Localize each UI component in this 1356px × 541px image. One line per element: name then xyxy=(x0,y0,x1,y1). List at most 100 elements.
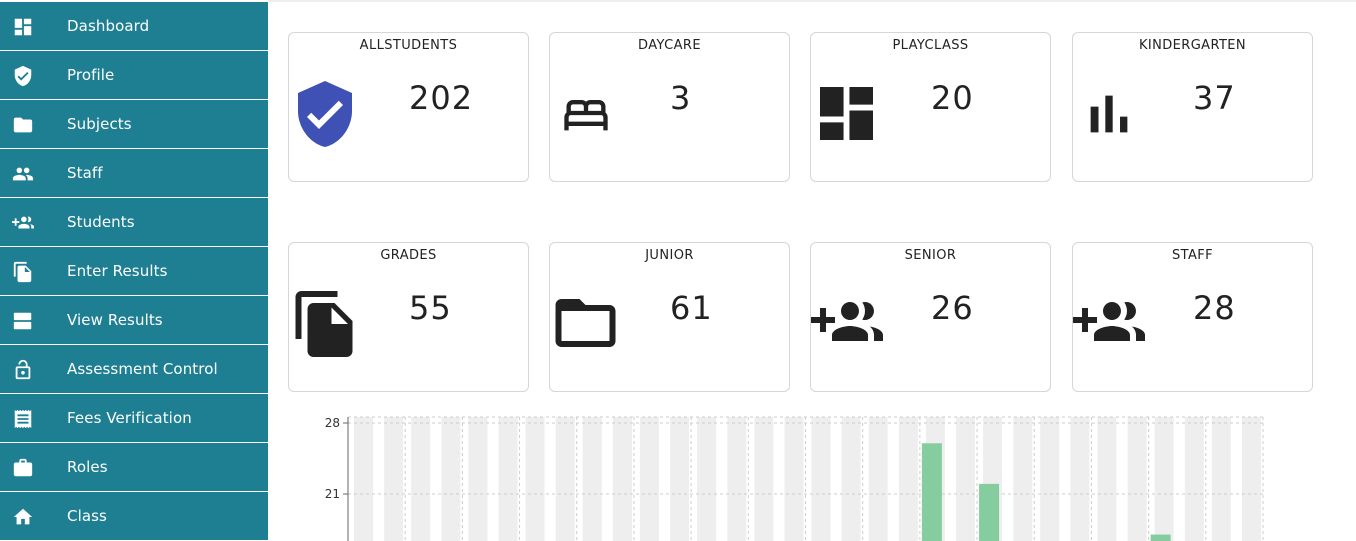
sidebar-item-label: View Results xyxy=(67,311,163,329)
card-title: GRADES xyxy=(380,248,437,263)
bar-background xyxy=(1127,417,1147,541)
bar-background xyxy=(498,417,518,541)
bar-background xyxy=(639,417,659,541)
view-agenda-icon xyxy=(12,310,34,332)
card-value: 202 xyxy=(409,79,474,117)
card-title: JUNIOR xyxy=(645,248,694,263)
sidebar-item-view-results[interactable]: View Results xyxy=(0,296,268,344)
sidebar-item-label: Profile xyxy=(67,66,115,84)
bar-chart-icon xyxy=(1087,93,1131,135)
bar-background xyxy=(868,417,888,541)
card-senior[interactable]: SENIOR 26 xyxy=(810,242,1051,392)
card-value: 20 xyxy=(931,79,974,117)
card-title: PLAYCLASS xyxy=(892,38,969,53)
sidebar-item-dashboard[interactable]: Dashboard xyxy=(0,2,268,50)
bar-chart-svg: 28 21 xyxy=(325,416,1264,541)
sidebar-item-subjects[interactable]: Subjects xyxy=(0,100,268,148)
lock-open-icon xyxy=(12,359,34,381)
group-add-icon xyxy=(12,212,34,234)
card-title: DAYCARE xyxy=(638,38,701,53)
card-playclass[interactable]: PLAYCLASS 20 xyxy=(810,32,1051,182)
app-root: Dashboard Profile Subjects Staff Student… xyxy=(0,0,1356,541)
card-kindergarten[interactable]: KINDERGARTEN 37 xyxy=(1072,32,1313,182)
sidebar-item-label: Enter Results xyxy=(67,262,168,280)
sidebar-item-fees-verification[interactable]: Fees Verification xyxy=(0,394,268,442)
card-value: 28 xyxy=(1193,289,1236,327)
card-junior[interactable]: JUNIOR 61 xyxy=(549,242,790,392)
sidebar-item-label: Subjects xyxy=(67,115,132,133)
card-daycare[interactable]: DAYCARE 3 xyxy=(549,32,790,182)
receipt-icon xyxy=(12,408,34,430)
bar-background xyxy=(1040,417,1060,541)
card-title: STAFF xyxy=(1171,248,1214,263)
file-copy-icon xyxy=(12,261,34,283)
group-add-icon xyxy=(1073,301,1145,345)
bar-background xyxy=(670,417,690,541)
card-staff[interactable]: STAFF 28 xyxy=(1072,242,1313,392)
sidebar-item-label: Assessment Control xyxy=(67,360,218,378)
bar-background xyxy=(1154,417,1174,541)
card-value: 26 xyxy=(931,289,974,327)
bar-background xyxy=(697,417,717,541)
sidebar-item-label: Fees Verification xyxy=(67,409,192,427)
card-value: 55 xyxy=(409,289,452,327)
y-tick-label: 21 xyxy=(325,487,340,501)
bar-background xyxy=(956,417,976,541)
bed-icon xyxy=(560,89,612,137)
dashboard-icon xyxy=(12,16,34,38)
sidebar-item-roles[interactable]: Roles xyxy=(0,443,268,491)
work-icon xyxy=(12,457,34,479)
sidebar-item-label: Roles xyxy=(67,458,108,476)
group-add-icon xyxy=(811,301,883,345)
sidebar-item-staff[interactable]: Staff xyxy=(0,149,268,197)
sidebar-item-label: Students xyxy=(67,213,135,231)
bar-background xyxy=(1211,417,1231,541)
top-divider xyxy=(268,0,1356,2)
bar-background xyxy=(525,417,545,541)
card-value: 61 xyxy=(670,289,713,327)
sidebar-item-assessment-control[interactable]: Assessment Control xyxy=(0,345,268,393)
verified-user-icon xyxy=(12,65,34,87)
bar-background xyxy=(384,417,404,541)
card-title: SENIOR xyxy=(904,248,957,263)
bar-background xyxy=(754,417,774,541)
bar-background xyxy=(1013,417,1033,541)
bar-background xyxy=(898,417,918,541)
bar xyxy=(979,483,1000,541)
card-grades[interactable]: GRADES 55 xyxy=(288,242,529,392)
bar-background xyxy=(354,417,373,541)
card-value: 3 xyxy=(670,79,692,117)
verified-user-icon xyxy=(295,81,355,147)
file-copy-icon xyxy=(295,291,353,357)
card-allstudents[interactable]: ALLSTUDENTS 202 xyxy=(288,32,529,182)
bar-background xyxy=(1184,417,1204,541)
bar-background xyxy=(612,417,632,541)
card-title: ALLSTUDENTS xyxy=(359,38,458,53)
sidebar-item-students[interactable]: Students xyxy=(0,198,268,246)
bar-background xyxy=(468,417,488,541)
bar-background xyxy=(841,417,861,541)
bar-background xyxy=(784,417,804,541)
sidebar-item-class[interactable]: Class xyxy=(0,492,268,540)
sidebar-item-label: Staff xyxy=(67,164,103,182)
bar-chart: 28 21 xyxy=(280,405,1280,541)
bar-background xyxy=(582,417,602,541)
sidebar-item-enter-results[interactable]: Enter Results xyxy=(0,247,268,295)
bar xyxy=(921,443,942,541)
bar-background xyxy=(1070,417,1090,541)
bar-background xyxy=(555,417,575,541)
y-tick-label: 28 xyxy=(325,416,340,430)
bar-background xyxy=(411,417,431,541)
sidebar-item-label: Dashboard xyxy=(67,17,150,35)
card-title: KINDERGARTEN xyxy=(1138,38,1247,53)
people-icon xyxy=(12,163,34,185)
sidebar-item-label: Class xyxy=(67,507,107,525)
sidebar: Dashboard Profile Subjects Staff Student… xyxy=(0,0,268,541)
sidebar-item-profile[interactable]: Profile xyxy=(0,51,268,99)
bar-background xyxy=(1097,417,1117,541)
bar xyxy=(1150,534,1171,541)
folder-icon xyxy=(12,114,34,136)
card-value: 37 xyxy=(1193,79,1236,117)
bar-background xyxy=(441,417,461,541)
folder-open-icon xyxy=(555,299,616,347)
